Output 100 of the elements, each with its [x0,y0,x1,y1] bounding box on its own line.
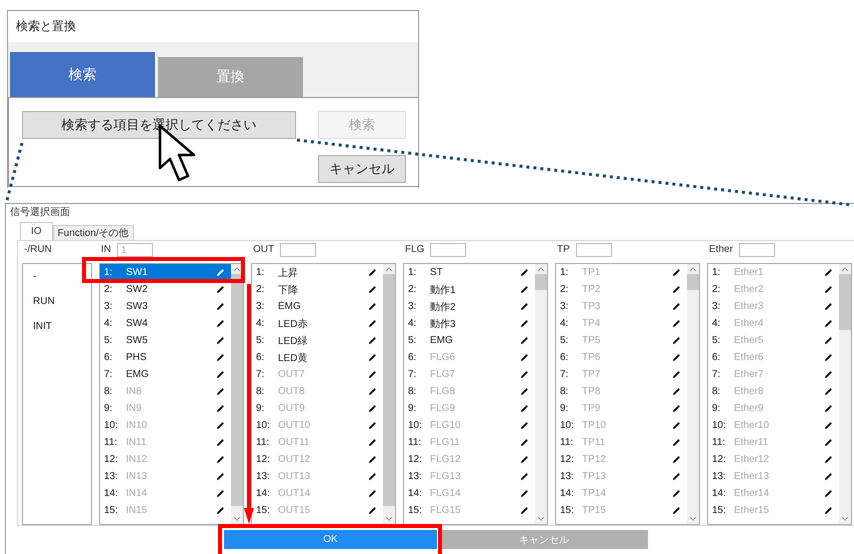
list-item[interactable]: 4: Ether4 [708,315,839,332]
list-item[interactable]: 6: FLG6 [404,349,535,366]
scrollbar-thumb[interactable] [687,274,699,290]
list-item[interactable]: 15: FLG15 [404,502,535,519]
list-item[interactable]: - [23,264,91,289]
list-item[interactable]: 13: Ether13 [708,468,839,485]
item-number: 6: [408,352,418,363]
list-item[interactable]: 10: FLG10 [404,417,535,434]
tab[interactable]: 検索 [10,52,155,97]
scrollbar[interactable] [535,264,547,524]
cancel-button[interactable]: キャンセル [318,155,406,183]
list-item[interactable]: 9: Ether9 [708,400,839,417]
list-item[interactable]: 5: LED緑 [252,332,383,349]
list-item[interactable]: 1: ST [404,264,535,281]
list-item[interactable]: 13: TP13 [556,468,687,485]
filter-field[interactable] [738,243,775,257]
filter-field[interactable] [430,243,466,257]
list-item[interactable]: 5: Ether5 [708,332,839,349]
list-item[interactable]: 14: IN14 [100,485,231,502]
list-item[interactable]: 3: TP3 [556,298,687,315]
list-item[interactable]: 12: OUT12 [252,451,383,468]
list-item[interactable]: 5: TP5 [556,332,687,349]
list-item[interactable]: 14: TP14 [556,485,687,502]
list-item[interactable]: 6: PHS [100,349,231,366]
list-item[interactable]: INIT [23,314,91,339]
list-item[interactable]: 10: OUT10 [252,417,383,434]
list-item[interactable]: 14: OUT14 [252,485,383,502]
list-item[interactable]: 2: 下降 [252,281,383,298]
item-label: FLG7 [430,369,456,380]
tab[interactable]: IO [20,222,53,240]
list-item[interactable]: 11: OUT11 [252,434,383,451]
list-item[interactable]: 14: Ether14 [708,485,839,502]
list-item[interactable]: 12: Ether12 [708,451,839,468]
list-item[interactable]: 9: TP9 [556,400,687,417]
filter-field[interactable] [576,243,612,257]
list-item[interactable]: 4: SW4 [100,315,231,332]
list-item[interactable]: 14: FLG14 [404,485,535,502]
list-item[interactable]: 15: OUT15 [252,502,383,519]
list-item[interactable]: 8: Ether8 [708,383,839,400]
list-item[interactable]: 9: FLG9 [404,400,535,417]
tab[interactable]: Function/その他 [52,225,134,240]
filter-field[interactable] [280,243,316,257]
list-item[interactable]: RUN [23,289,91,314]
item-number: 9: [712,403,722,414]
list-item[interactable]: 3: EMG [252,298,383,315]
list-item[interactable]: 15: TP15 [556,502,687,519]
scrollbar-thumb[interactable] [839,274,851,330]
scrollbar-thumb[interactable] [535,274,547,290]
list-item[interactable]: 5: SW5 [100,332,231,349]
list-item[interactable]: 4: LED赤 [252,315,383,332]
list-item[interactable]: 8: OUT8 [252,383,383,400]
list-item[interactable]: 8: TP8 [556,383,687,400]
list-item[interactable]: 10: Ether10 [708,417,839,434]
item-label: TP14 [582,488,607,499]
item-number: 4: [104,318,114,329]
item-number: 15: [104,505,119,516]
list-item[interactable]: 5: EMG [404,332,535,349]
list-item[interactable]: 11: Ether11 [708,434,839,451]
list-item[interactable]: 7: OUT7 [252,366,383,383]
list-item[interactable]: 1: 上昇 [252,264,383,281]
list-item[interactable]: 3: SW3 [100,298,231,315]
list-item[interactable]: 15: Ether15 [708,502,839,519]
list-item[interactable]: 8: FLG8 [404,383,535,400]
scrollbar[interactable] [687,264,699,524]
list-item[interactable]: 11: IN11 [100,434,231,451]
list-item[interactable]: 2: 動作1 [404,281,535,298]
list-item[interactable]: 7: TP7 [556,366,687,383]
list-item[interactable]: 7: FLG7 [404,366,535,383]
list-item[interactable]: 12: IN12 [100,451,231,468]
list-item[interactable]: 2: SW2 [100,281,231,298]
list-item[interactable]: 7: EMG [100,366,231,383]
item-number: 5: [712,335,722,346]
item-label: TP15 [582,505,607,516]
list-item[interactable]: 4: 動作3 [404,315,535,332]
list-item[interactable]: 9: OUT9 [252,400,383,417]
list-item[interactable]: 1: TP1 [556,264,687,281]
list-item[interactable]: 10: TP10 [556,417,687,434]
list-item[interactable]: 13: FLG13 [404,468,535,485]
list-item[interactable]: 6: TP6 [556,349,687,366]
scrollbar[interactable] [839,264,851,524]
list-item[interactable]: 10: IN10 [100,417,231,434]
list-item[interactable]: 7: Ether7 [708,366,839,383]
list-item[interactable]: 2: Ether2 [708,281,839,298]
list-item[interactable]: 3: 動作2 [404,298,535,315]
list-item[interactable]: 13: OUT13 [252,468,383,485]
list-item[interactable]: 11: FLG11 [404,434,535,451]
list-item[interactable]: 9: IN9 [100,400,231,417]
list-item[interactable]: 12: TP12 [556,451,687,468]
list-item[interactable]: 8: IN8 [100,383,231,400]
list-item[interactable]: 4: TP4 [556,315,687,332]
list-item[interactable]: 15: IN15 [100,502,231,519]
list-item[interactable]: 3: Ether3 [708,298,839,315]
list-item[interactable]: 6: Ether6 [708,349,839,366]
list-item[interactable]: 12: FLG12 [404,451,535,468]
list-item[interactable]: 11: TP11 [556,434,687,451]
list-item[interactable]: 6: LED黄 [252,349,383,366]
list-item[interactable]: 1: Ether1 [708,264,839,281]
item-label: IN11 [126,437,148,448]
list-item[interactable]: 13: IN13 [100,468,231,485]
list-item[interactable]: 2: TP2 [556,281,687,298]
